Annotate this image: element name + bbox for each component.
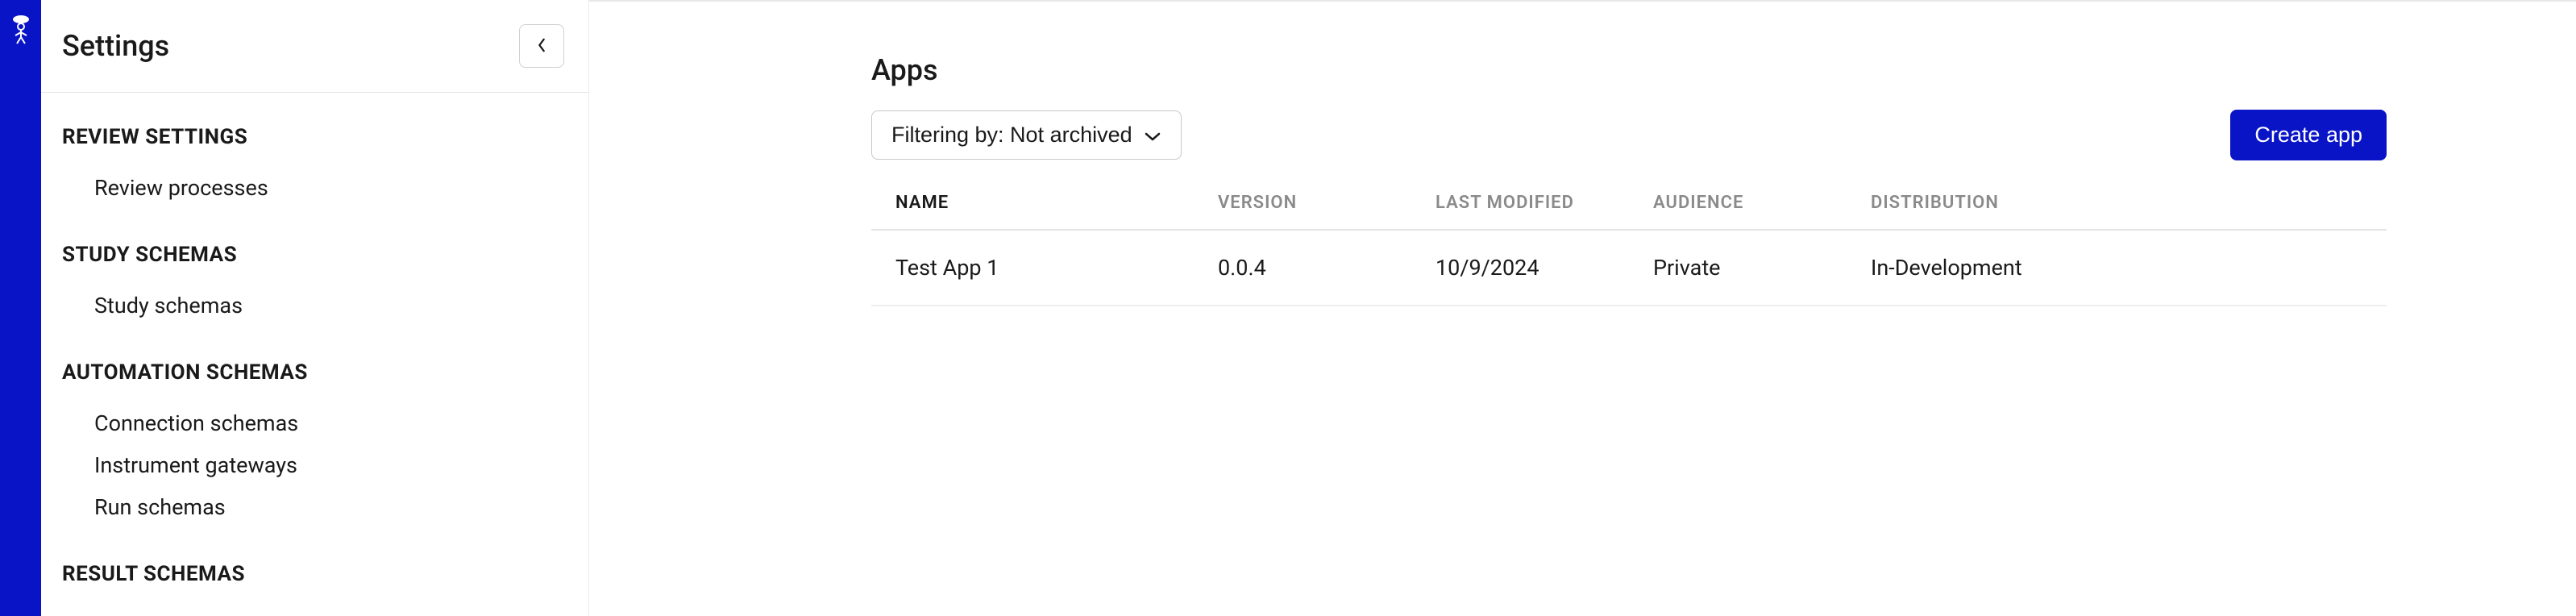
- nav-section-title: AUTOMATION SCHEMAS: [62, 360, 567, 385]
- chevron-down-icon: [1144, 123, 1161, 148]
- nav-section-title: REVIEW SETTINGS: [62, 125, 567, 149]
- left-nav-rail: [0, 0, 41, 616]
- toolbar: Filtering by: Not archived Create app: [871, 110, 2387, 160]
- sidebar-title: Settings: [62, 29, 169, 63]
- nav-section-title: STUDY SCHEMAS: [62, 243, 567, 267]
- column-header-version[interactable]: VERSION: [1218, 193, 1435, 213]
- nav-item-review-processes[interactable]: Review processes: [62, 167, 567, 209]
- table-header: NAME VERSION LAST MODIFIED AUDIENCE DIST…: [871, 177, 2387, 231]
- filter-label: Filtering by: Not archived: [891, 123, 1132, 148]
- nav-item-instrument-gateways[interactable]: Instrument gateways: [62, 444, 567, 486]
- chevron-left-icon: [534, 38, 549, 55]
- nav-section-result-schemas: RESULT SCHEMAS: [62, 562, 567, 586]
- cell-last-modified: 10/9/2024: [1435, 255, 1653, 281]
- filter-dropdown[interactable]: Filtering by: Not archived: [871, 110, 1182, 160]
- page-title: Apps: [871, 53, 2387, 87]
- cell-distribution: In-Development: [1871, 255, 2362, 281]
- nav-section-title: RESULT SCHEMAS: [62, 562, 567, 586]
- app-logo-icon[interactable]: [9, 13, 33, 48]
- apps-table: NAME VERSION LAST MODIFIED AUDIENCE DIST…: [871, 177, 2387, 306]
- sidebar-header: Settings: [41, 0, 588, 93]
- nav-item-study-schemas[interactable]: Study schemas: [62, 285, 567, 327]
- nav-item-connection-schemas[interactable]: Connection schemas: [62, 402, 567, 444]
- nav-section-review-settings: REVIEW SETTINGS Review processes: [62, 125, 567, 209]
- nav-section-automation-schemas: AUTOMATION SCHEMAS Connection schemas In…: [62, 360, 567, 528]
- main-content: Apps Filtering by: Not archived Create a…: [589, 0, 2576, 616]
- cell-name: Test App 1: [895, 255, 1218, 281]
- sidebar-body: REVIEW SETTINGS Review processes STUDY S…: [41, 93, 588, 616]
- column-header-audience[interactable]: AUDIENCE: [1653, 193, 1871, 213]
- nav-item-run-schemas[interactable]: Run schemas: [62, 486, 567, 528]
- column-header-name[interactable]: NAME: [895, 193, 1218, 213]
- cell-audience: Private: [1653, 255, 1871, 281]
- column-header-distribution[interactable]: DISTRIBUTION: [1871, 193, 2362, 213]
- collapse-sidebar-button[interactable]: [519, 24, 564, 68]
- column-header-last-modified[interactable]: LAST MODIFIED: [1435, 193, 1653, 213]
- nav-section-study-schemas: STUDY SCHEMAS Study schemas: [62, 243, 567, 327]
- table-body: Test App 1 0.0.4 10/9/2024 Private In-De…: [871, 231, 2387, 306]
- cell-version: 0.0.4: [1218, 255, 1435, 281]
- create-app-button[interactable]: Create app: [2230, 110, 2387, 160]
- settings-sidebar: Settings REVIEW SETTINGS Review processe…: [41, 0, 589, 616]
- table-row[interactable]: Test App 1 0.0.4 10/9/2024 Private In-De…: [871, 231, 2387, 306]
